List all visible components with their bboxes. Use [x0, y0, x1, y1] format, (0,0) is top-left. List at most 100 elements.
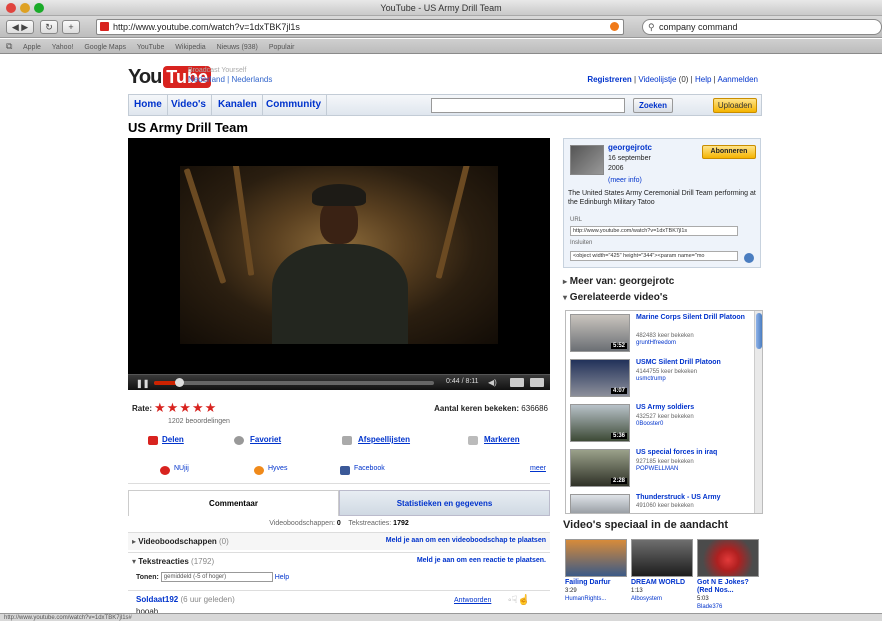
comment-help-link[interactable]: Help	[275, 574, 289, 581]
featured-thumbnail[interactable]	[565, 539, 627, 577]
nav-tab-channels[interactable]: Kanalen	[213, 95, 263, 115]
related-item[interactable]: Thunderstruck - US Army 491060 keer beke…	[566, 491, 754, 513]
video-player[interactable]	[128, 138, 550, 374]
zoom-window-icon[interactable]	[34, 3, 44, 13]
quality-icon[interactable]	[510, 378, 524, 387]
related-item[interactable]: 4:07 USMC Silent Drill Platoon 4144755 k…	[566, 356, 754, 401]
featured-user[interactable]: Albosystem	[631, 595, 693, 603]
browser-search-field[interactable]: ⚲ company command	[642, 19, 882, 35]
tab-statistics[interactable]: Statistieken en gegevens	[339, 490, 550, 516]
close-window-icon[interactable]	[6, 3, 16, 13]
volume-icon[interactable]: ◀)	[488, 378, 498, 387]
share-link[interactable]: Delen	[162, 435, 184, 444]
locale-language[interactable]: Nederlands	[231, 75, 272, 84]
minimize-window-icon[interactable]	[20, 3, 30, 13]
featured-title[interactable]: Got N E Jokes? (Red Nos...	[697, 579, 759, 595]
flag-link[interactable]: Markeren	[484, 435, 520, 444]
related-title[interactable]: USMC Silent Drill Platoon	[636, 359, 752, 367]
comment-author[interactable]: Soldaat192 (6 uur geleden)	[136, 595, 235, 604]
embed-settings-icon[interactable]	[744, 253, 754, 263]
embed-field[interactable]: <object width="425" height="344"><param …	[570, 251, 738, 261]
nav-tab-home[interactable]: Home	[129, 95, 168, 115]
featured-thumbnail[interactable]	[631, 539, 693, 577]
bookmark-youtube[interactable]: YouTube	[137, 44, 165, 51]
bookmarks-book-icon[interactable]: ⧉	[6, 41, 12, 51]
register-link[interactable]: Registreren	[587, 75, 631, 84]
star-rating[interactable]: ★★★★★	[154, 400, 217, 416]
uploader-name[interactable]: georgejrotc	[608, 143, 652, 152]
related-user[interactable]: gruntHfreedom	[636, 340, 676, 346]
seek-bar[interactable]	[154, 378, 434, 387]
bookmark-google-maps[interactable]: Google Maps	[84, 44, 126, 51]
text-responses-header[interactable]: ▾ Tekstreacties (1792)	[132, 557, 214, 566]
fullscreen-icon[interactable]	[530, 378, 544, 387]
site-search-input[interactable]	[431, 98, 625, 113]
nav-tab-community[interactable]: Community	[261, 95, 327, 115]
bookmark-wikipedia[interactable]: Wikipedia	[175, 44, 205, 51]
upload-button[interactable]: Uploaden	[713, 98, 757, 113]
featured-thumbnail[interactable]	[697, 539, 759, 577]
uploader-avatar[interactable]	[570, 145, 604, 175]
related-thumbnail[interactable]: 4:07	[570, 359, 630, 397]
more-info-link[interactable]: (meer info)	[608, 177, 642, 184]
login-link[interactable]: Aanmelden	[718, 75, 758, 84]
related-user[interactable]: usmctrump	[636, 376, 666, 382]
related-thumbnail[interactable]: 5:52	[570, 314, 630, 352]
more-share-link[interactable]: meer	[530, 465, 546, 472]
playlists-link[interactable]: Afspeellijsten	[358, 435, 410, 444]
tab-comments[interactable]: Commentaar	[128, 490, 339, 516]
featured-item[interactable]: DREAM WORLD 1:13 Albosystem	[631, 539, 693, 603]
related-title[interactable]: Thunderstruck - US Army	[636, 494, 752, 502]
related-thumbnail[interactable]: 5:36	[570, 404, 630, 442]
favorite-link[interactable]: Favoriet	[250, 435, 281, 444]
playlist-link[interactable]: Videolijstje	[638, 75, 676, 84]
more-from-toggle[interactable]: ▸ Meer van: georgejrotc	[563, 276, 674, 287]
hyves-link[interactable]: Hyves	[268, 465, 287, 472]
nujij-link[interactable]: NUjij	[174, 465, 189, 472]
featured-title[interactable]: DREAM WORLD	[631, 579, 693, 587]
post-video-response-link[interactable]: Meld je aan om een videoboodschap te pla…	[386, 537, 546, 544]
rss-icon[interactable]	[610, 22, 619, 31]
locale-country[interactable]: Nederland	[188, 75, 225, 84]
related-item[interactable]: 5:52 Marine Corps Silent Drill Platoon 4…	[566, 311, 754, 356]
help-link[interactable]: Help	[695, 75, 711, 84]
featured-user[interactable]: HumanRights...	[565, 595, 627, 603]
related-title[interactable]: Marine Corps Silent Drill Platoon	[636, 314, 752, 322]
back-forward-button[interactable]: ◀ ▶	[6, 20, 34, 34]
bookmark-yahoo[interactable]: Yahoo!	[52, 44, 74, 51]
related-title[interactable]: US Army soldiers	[636, 404, 752, 412]
featured-title[interactable]: Failing Darfur	[565, 579, 627, 587]
featured-user[interactable]: Blade376	[697, 603, 759, 611]
featured-item[interactable]: Got N E Jokes? (Red Nos... 5:03 Blade376	[697, 539, 759, 611]
featured-item[interactable]: Failing Darfur 3:29 HumanRights...	[565, 539, 627, 603]
subscribe-button[interactable]: Abonneren	[702, 145, 756, 159]
related-toggle[interactable]: ▾ Gerelateerde video's	[563, 292, 668, 303]
related-scroll-thumb[interactable]	[756, 313, 762, 349]
related-item[interactable]: 5:36 US Army soldiers 432527 keer bekeke…	[566, 401, 754, 446]
reload-button[interactable]: ↻	[40, 20, 58, 34]
video-responses-header[interactable]: ▸ Videoboodschappen (0)	[132, 537, 229, 546]
related-thumbnail[interactable]: 2:28	[570, 449, 630, 487]
related-scrollbar[interactable]	[754, 311, 762, 513]
thumbs-icons[interactable]: ◦☟☝	[508, 595, 530, 606]
bookmark-apple[interactable]: Apple	[23, 44, 41, 51]
related-user[interactable]: 0Booster0	[636, 421, 663, 427]
facebook-link[interactable]: Facebook	[354, 465, 385, 472]
bookmark-nieuws[interactable]: Nieuws (938)	[217, 44, 258, 51]
comment-threshold-select[interactable]: gemiddeld (-5 of hoger)	[160, 572, 273, 582]
url-field[interactable]: http://www.youtube.com/watch?v=1dxTBK7jl…	[570, 226, 738, 236]
related-title[interactable]: US special forces in iraq	[636, 449, 752, 457]
address-bar[interactable]: http://www.youtube.com/watch?v=1dxTBK7jl…	[96, 19, 624, 35]
seek-handle[interactable]	[175, 378, 185, 387]
bookmark-populair[interactable]: Populair	[269, 44, 295, 51]
add-bookmark-button[interactable]: +	[62, 20, 80, 34]
nav-tab-videos[interactable]: Video's	[166, 95, 212, 115]
comment-author-name[interactable]: Soldaat192	[136, 595, 178, 604]
related-user[interactable]: POPWELLMAN	[636, 466, 678, 472]
site-search-button[interactable]: Zoeken	[633, 98, 673, 113]
post-comment-link[interactable]: Meld je aan om een reactie te plaatsen.	[417, 557, 546, 564]
related-item[interactable]: 2:28 US special forces in iraq 927185 ke…	[566, 446, 754, 491]
pause-icon[interactable]: ❚❚	[136, 379, 149, 388]
related-thumbnail[interactable]	[570, 494, 630, 513]
reply-link[interactable]: Antwoorden	[454, 597, 491, 604]
